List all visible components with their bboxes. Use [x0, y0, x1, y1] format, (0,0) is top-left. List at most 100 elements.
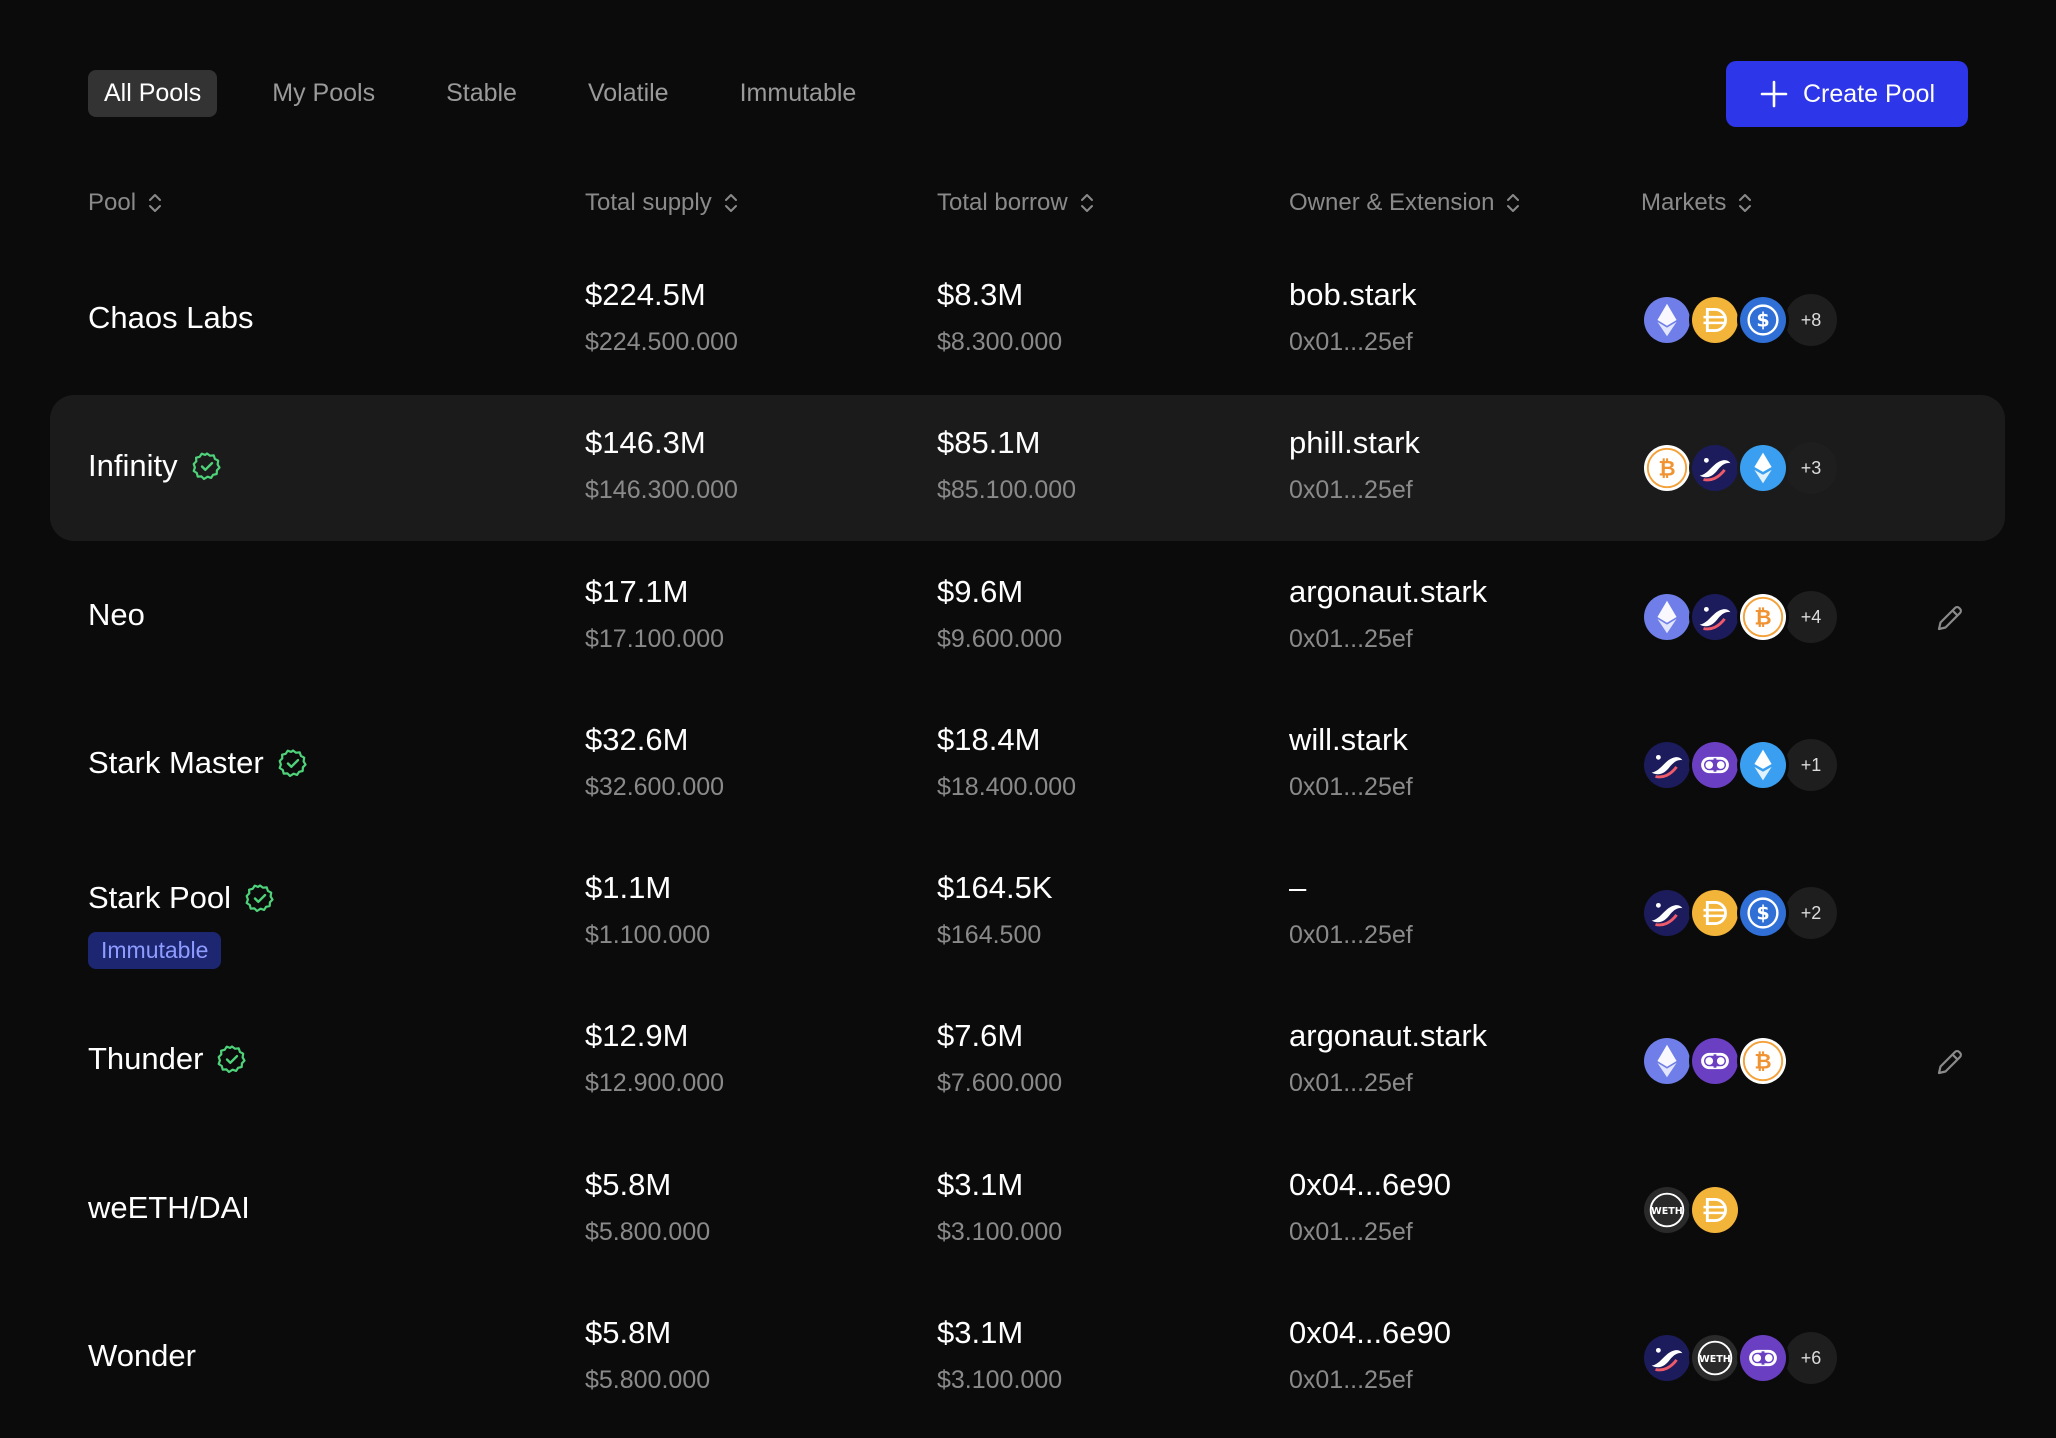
immutable-badge: Immutable — [88, 932, 222, 969]
eth-icon — [1641, 1035, 1693, 1087]
tab-volatile[interactable]: Volatile — [572, 70, 685, 117]
more-markets-count[interactable]: +3 — [1785, 442, 1837, 494]
create-pool-label: Create Pool — [1802, 79, 1936, 108]
total-borrow-exact: $18.400.000 — [937, 773, 1077, 801]
owner-exact[interactable]: 0x01...25ef — [1289, 1366, 1451, 1395]
svg-text:WETH: WETH — [1699, 1354, 1731, 1365]
more-markets-count[interactable]: +8 — [1785, 294, 1837, 346]
table-row[interactable]: Chaos Labs $224.5M $224.500.000 $8.3M $8.300… — [50, 247, 2005, 393]
pool-name[interactable]: Wonder — [88, 1338, 196, 1374]
eth-icon — [1641, 591, 1693, 643]
column-owner-extension[interactable]: Owner & Extension — [1289, 185, 1520, 221]
owner-cell: – 0x01...25ef — [1289, 870, 1413, 950]
usdc-icon: $ — [1737, 887, 1789, 939]
table-row[interactable]: Stark Pool Immutable $1.1M $1.100.000 $164.5… — [50, 840, 2005, 986]
owner-exact[interactable]: 0x01...25ef — [1289, 921, 1413, 950]
pool-name[interactable]: Stark Master — [88, 745, 308, 781]
column-owner-extension-label: Owner & Extension — [1289, 189, 1495, 216]
owner-exact[interactable]: 0x01...25ef — [1289, 1069, 1487, 1098]
table-row[interactable]: weETH/DAI $5.8M $5.800.000 $3.1M $3.100.000 0… — [50, 1137, 2005, 1283]
svg-text:WETH: WETH — [1651, 1206, 1683, 1217]
more-markets-count[interactable]: +6 — [1785, 1332, 1837, 1384]
total-supply-exact: $5.800.000 — [585, 1218, 711, 1246]
edit-pencil-icon[interactable] — [1933, 601, 1967, 635]
pool-name[interactable]: weETH/DAI — [88, 1190, 250, 1226]
total-borrow-exact: $7.600.000 — [937, 1069, 1063, 1097]
total-supply-exact: $17.100.000 — [585, 625, 725, 653]
total-borrow-cell: $164.5K $164.500 — [937, 870, 1053, 950]
owner-exact[interactable]: 0x01...25ef — [1289, 476, 1420, 505]
owner-value[interactable]: – — [1289, 870, 1413, 906]
owner-cell: phill.stark 0x01...25ef — [1289, 425, 1420, 505]
total-borrow-exact: $85.100.000 — [937, 476, 1077, 504]
btc-icon: ₿ — [1737, 591, 1789, 643]
table-row[interactable]: Stark Master $32.6M $32.600.000 $18.4M $18.4… — [50, 692, 2005, 838]
total-borrow-cell: $7.6M $7.600.000 — [937, 1018, 1062, 1098]
total-supply-exact: $146.300.000 — [585, 476, 738, 504]
owner-value[interactable]: will.stark — [1289, 722, 1413, 758]
verified-icon — [218, 1045, 247, 1074]
owner-exact[interactable]: 0x01...25ef — [1289, 328, 1417, 357]
tab-my-pools[interactable]: My Pools — [256, 70, 391, 117]
column-total-supply[interactable]: Total supply — [585, 185, 738, 221]
table-row[interactable]: Wonder $5.8M $5.800.000 $3.1M $3.100.000 0x04… — [50, 1285, 2005, 1431]
owner-exact[interactable]: 0x01...25ef — [1289, 625, 1487, 654]
total-supply-value: $5.8M — [585, 1167, 672, 1202]
more-markets-count[interactable]: +1 — [1785, 739, 1837, 791]
pool-name-text: Wonder — [88, 1338, 196, 1373]
create-pool-button[interactable]: Create Pool — [1726, 61, 1968, 127]
owner-value[interactable]: 0x04...6e90 — [1289, 1167, 1451, 1203]
strk-icon — [1641, 887, 1693, 939]
total-supply-value: $224.5M — [585, 277, 706, 312]
more-markets-count[interactable]: +4 — [1785, 591, 1837, 643]
more-markets-count[interactable]: +2 — [1785, 887, 1837, 939]
strk-icon — [1641, 739, 1693, 791]
owner-exact[interactable]: 0x01...25ef — [1289, 1218, 1451, 1247]
pool-name[interactable]: Infinity — [88, 448, 222, 484]
svg-text:₿: ₿ — [1754, 605, 1771, 630]
total-borrow-exact: $3.100.000 — [937, 1366, 1063, 1394]
owner-value[interactable]: argonaut.stark — [1289, 1018, 1487, 1054]
total-borrow-value: $8.3M — [937, 277, 1024, 312]
sort-icon — [1739, 194, 1752, 212]
owner-cell: bob.stark 0x01...25ef — [1289, 277, 1417, 357]
column-pool-label: Pool — [88, 189, 137, 216]
column-markets[interactable]: Markets — [1641, 185, 1752, 221]
owner-exact[interactable]: 0x01...25ef — [1289, 773, 1413, 802]
tab-stable[interactable]: Stable — [430, 70, 533, 117]
verified-icon — [278, 749, 307, 778]
edit-pencil-icon[interactable] — [1933, 1045, 1967, 1079]
column-pool[interactable]: Pool — [88, 185, 162, 221]
column-total-borrow[interactable]: Total borrow — [937, 185, 1094, 221]
total-supply-value: $5.8M — [585, 1315, 672, 1350]
weth-icon: WETH — [1641, 1184, 1693, 1236]
owner-value[interactable]: argonaut.stark — [1289, 574, 1487, 610]
pool-name-text: Infinity — [88, 448, 178, 483]
pool-cell: Stark Master — [88, 745, 308, 781]
pool-name[interactable]: Neo — [88, 597, 145, 633]
owner-value[interactable]: 0x04...6e90 — [1289, 1315, 1451, 1351]
owner-value[interactable]: phill.stark — [1289, 425, 1420, 461]
pool-cell: Stark Pool Immutable — [88, 880, 275, 969]
table-row[interactable]: Infinity $146.3M $146.300.000 $85.1M $85.100… — [50, 395, 2005, 541]
pool-name[interactable]: Chaos Labs — [88, 300, 253, 336]
svg-text:$: $ — [1756, 309, 1769, 332]
total-supply-value: $1.1M — [585, 870, 672, 905]
weth-icon: WETH — [1689, 1332, 1741, 1384]
total-supply-exact: $1.100.000 — [585, 921, 711, 949]
table-row[interactable]: Neo $17.1M $17.100.000 $9.6M $9.600.000 argon… — [50, 544, 2005, 690]
table-row[interactable]: Thunder $12.9M $12.900.000 $7.6M $7.600.000 a… — [50, 988, 2005, 1134]
column-total-borrow-label: Total borrow — [937, 189, 1068, 216]
strk-icon — [1689, 442, 1741, 494]
sort-icon — [724, 194, 737, 212]
pool-name[interactable]: Stark Pool — [88, 880, 275, 916]
strk-icon — [1641, 1332, 1693, 1384]
pool-cell: Thunder — [88, 1041, 247, 1077]
pool-name[interactable]: Thunder — [88, 1041, 247, 1077]
owner-value[interactable]: bob.stark — [1289, 277, 1417, 313]
total-borrow-value: $18.4M — [937, 722, 1041, 757]
tab-immutable[interactable]: Immutable — [724, 70, 873, 117]
total-borrow-exact: $3.100.000 — [937, 1218, 1063, 1246]
markets-cell: ₿ — [1641, 1035, 1789, 1087]
tab-all-pools[interactable]: All Pools — [88, 70, 218, 117]
